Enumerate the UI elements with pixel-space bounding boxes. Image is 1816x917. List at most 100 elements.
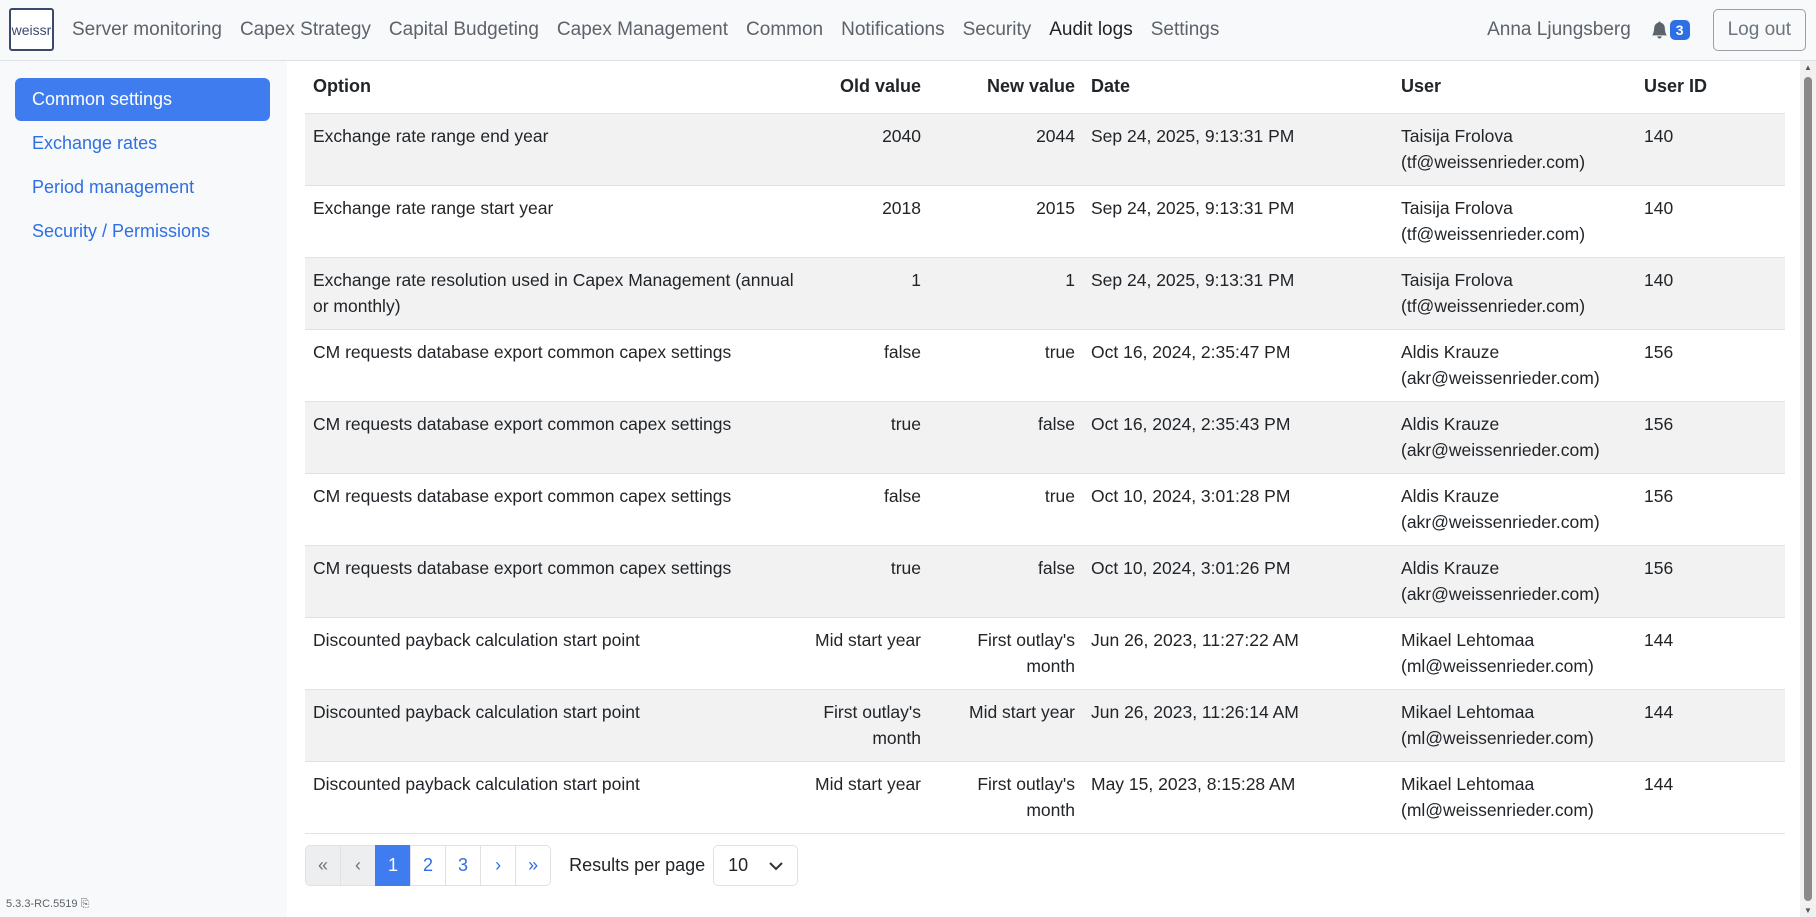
- scroll-down-arrow-icon[interactable]: ▼: [1804, 906, 1812, 915]
- sidebar-item-common-settings[interactable]: Common settings: [15, 78, 270, 121]
- user-email-text: (ml@weissenrieder.com): [1401, 727, 1594, 748]
- nav-user-area: Anna Ljungsberg 3 Log out: [1487, 0, 1816, 60]
- cell-date: May 15, 2023, 8:15:28 AM: [1083, 761, 1393, 834]
- results-per-page-select[interactable]: 10: [713, 845, 799, 886]
- audit-log-content: Option Old value New value Date User Use…: [305, 61, 1785, 834]
- page-last-button[interactable]: »: [515, 845, 552, 886]
- cell-new-value: Mid start year: [929, 689, 1083, 762]
- sidebar-item-period-management[interactable]: Period management: [15, 166, 270, 209]
- sidebar-item-security-permissions[interactable]: Security / Permissions: [15, 210, 270, 253]
- cell-date: Sep 24, 2025, 9:13:31 PM: [1083, 185, 1393, 258]
- cell-old-value: false: [805, 473, 929, 546]
- cell-user: Mikael Lehtomaa (ml@weissenrieder.com): [1393, 689, 1636, 762]
- nav-audit-logs[interactable]: Audit logs: [1049, 19, 1132, 41]
- cell-old-value: Mid start year: [805, 617, 929, 690]
- scrollbar-thumb[interactable]: [1804, 77, 1812, 901]
- cell-new-value: 2044: [929, 113, 1083, 186]
- settings-sidebar: Common settings Exchange rates Period ma…: [0, 61, 287, 917]
- cell-user: Aldis Krauze (akr@weissenrieder.com): [1393, 401, 1636, 474]
- table-row: Exchange rate range start year 2018 2015 Se…: [305, 185, 1785, 258]
- col-header-option[interactable]: Option: [305, 61, 805, 114]
- page-first-button[interactable]: «: [305, 845, 342, 886]
- brand-logo[interactable]: weissr: [9, 8, 54, 51]
- cell-date: Oct 16, 2024, 2:35:47 PM: [1083, 329, 1393, 402]
- user-email-text: (ml@weissenrieder.com): [1401, 655, 1594, 676]
- copy-icon[interactable]: ⎘: [81, 898, 90, 910]
- cell-date: Sep 24, 2025, 9:13:31 PM: [1083, 257, 1393, 330]
- col-header-new-value[interactable]: New value: [929, 61, 1083, 114]
- col-header-user-id[interactable]: User ID: [1636, 61, 1785, 114]
- cell-old-value: 2040: [805, 113, 929, 186]
- cell-user-id: 156: [1636, 473, 1785, 546]
- user-name-text: Taisija Frolova: [1401, 269, 1513, 290]
- table-row: CM requests database export common capex…: [305, 329, 1785, 402]
- cell-date: Sep 24, 2025, 9:13:31 PM: [1083, 113, 1393, 186]
- cell-new-value: First outlay's month: [929, 617, 1083, 690]
- user-name-text: Mikael Lehtomaa: [1401, 773, 1535, 794]
- sidebar-item-exchange-rates[interactable]: Exchange rates: [15, 122, 270, 165]
- cell-option: Exchange rate range end year: [305, 113, 805, 186]
- cell-option: CM requests database export common capex…: [305, 473, 805, 546]
- nav-common[interactable]: Common: [746, 19, 823, 41]
- cell-user-id: 156: [1636, 329, 1785, 402]
- user-name-text: Mikael Lehtomaa: [1401, 629, 1535, 650]
- user-name[interactable]: Anna Ljungsberg: [1487, 19, 1631, 41]
- cell-new-value: true: [929, 473, 1083, 546]
- col-header-user[interactable]: User: [1393, 61, 1636, 114]
- top-navbar: weissr Server monitoring Capex Strategy …: [0, 0, 1816, 61]
- cell-date: Oct 10, 2024, 3:01:28 PM: [1083, 473, 1393, 546]
- table-row: CM requests database export common capex…: [305, 401, 1785, 474]
- user-name-text: Aldis Krauze: [1401, 341, 1500, 362]
- cell-option: Discounted payback calculation start poi…: [305, 617, 805, 690]
- col-header-date[interactable]: Date: [1083, 61, 1393, 114]
- cell-user: Aldis Krauze (akr@weissenrieder.com): [1393, 329, 1636, 402]
- table-row: Discounted payback calculation start poi…: [305, 761, 1785, 834]
- page-1-button[interactable]: 1: [375, 845, 412, 886]
- cell-user-id: 140: [1636, 257, 1785, 330]
- nav-security[interactable]: Security: [963, 19, 1032, 41]
- page-next-button[interactable]: ›: [480, 845, 517, 886]
- user-email-text: (akr@weissenrieder.com): [1401, 583, 1600, 604]
- user-email-text: (akr@weissenrieder.com): [1401, 367, 1600, 388]
- nav-capex-strategy[interactable]: Capex Strategy: [240, 19, 371, 41]
- nav-settings[interactable]: Settings: [1151, 19, 1220, 41]
- scroll-up-arrow-icon[interactable]: ▲: [1804, 63, 1812, 72]
- user-name-text: Taisija Frolova: [1401, 197, 1513, 218]
- main-nav: Server monitoring Capex Strategy Capital…: [72, 0, 1237, 60]
- cell-user: Taisija Frolova (tf@weissenrieder.com): [1393, 113, 1636, 186]
- results-per-page-label: Results per page: [569, 855, 706, 875]
- notifications-button[interactable]: 3: [1651, 20, 1690, 40]
- nav-capex-management[interactable]: Capex Management: [557, 19, 728, 41]
- nav-notifications[interactable]: Notifications: [841, 19, 945, 41]
- user-name-text: Mikael Lehtomaa: [1401, 701, 1535, 722]
- page-prev-button[interactable]: ‹: [340, 845, 377, 886]
- cell-new-value: 2015: [929, 185, 1083, 258]
- cell-old-value: Mid start year: [805, 761, 929, 834]
- user-email-text: (tf@weissenrieder.com): [1401, 151, 1586, 172]
- user-email-text: (tf@weissenrieder.com): [1401, 223, 1586, 244]
- page-3-button[interactable]: 3: [445, 845, 482, 886]
- table-row: Discounted payback calculation start poi…: [305, 689, 1785, 762]
- cell-user: Aldis Krauze (akr@weissenrieder.com): [1393, 545, 1636, 618]
- page-scrollbar[interactable]: ▲ ▼: [1800, 61, 1816, 917]
- nav-server-monitoring[interactable]: Server monitoring: [72, 19, 222, 41]
- cell-old-value: true: [805, 545, 929, 618]
- audit-log-table: Option Old value New value Date User Use…: [305, 61, 1785, 834]
- cell-old-value: 1: [805, 257, 929, 330]
- cell-option: Discounted payback calculation start poi…: [305, 761, 805, 834]
- version-label: 5.3.3-RC.5519 ⎘: [6, 898, 89, 911]
- nav-capital-budgeting[interactable]: Capital Budgeting: [389, 19, 539, 41]
- table-row: Exchange rate resolution used in Capex M…: [305, 257, 1785, 330]
- cell-user: Aldis Krauze (akr@weissenrieder.com): [1393, 473, 1636, 546]
- cell-new-value: 1: [929, 257, 1083, 330]
- cell-user-id: 144: [1636, 617, 1785, 690]
- page-2-button[interactable]: 2: [410, 845, 447, 886]
- cell-old-value: 2018: [805, 185, 929, 258]
- cell-option: CM requests database export common capex…: [305, 401, 805, 474]
- cell-option: Exchange rate resolution used in Capex M…: [305, 257, 805, 330]
- logout-button[interactable]: Log out: [1712, 9, 1806, 51]
- table-header-row: Option Old value New value Date User Use…: [305, 61, 1785, 114]
- version-text: 5.3.3-RC.5519: [6, 898, 78, 910]
- cell-option: CM requests database export common capex…: [305, 329, 805, 402]
- col-header-old-value[interactable]: Old value: [805, 61, 929, 114]
